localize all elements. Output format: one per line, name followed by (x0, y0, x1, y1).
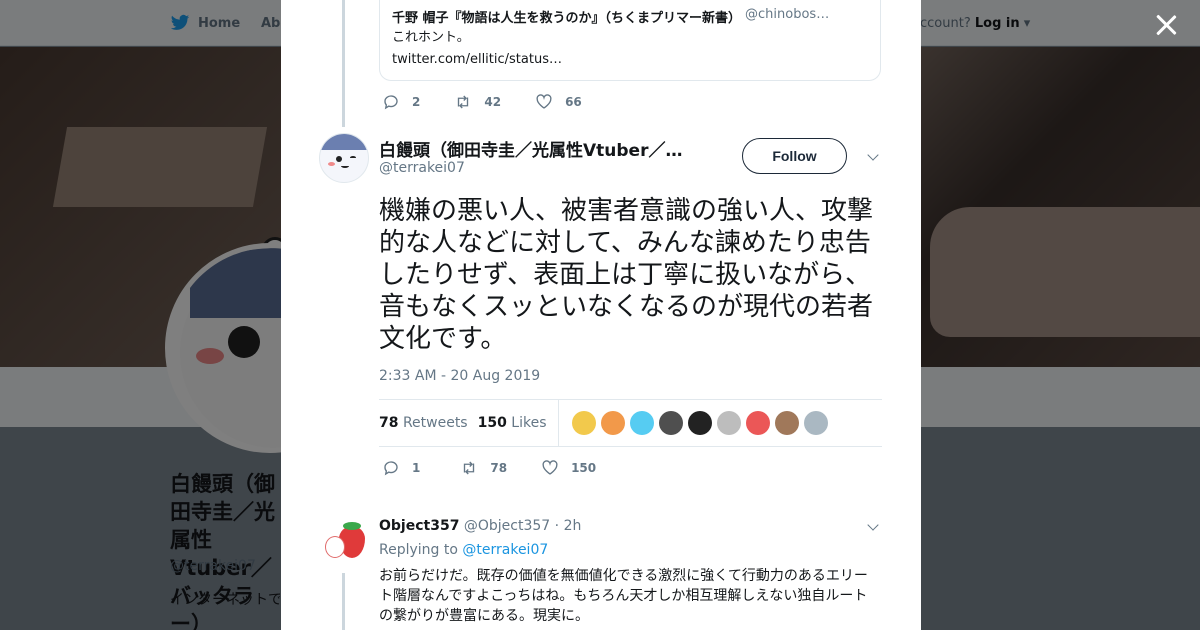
quoted-author-handle: @chinobos… (745, 7, 830, 22)
like-count: 150 (571, 461, 597, 475)
retweets-stat-count: 78 (379, 415, 399, 431)
thread-line (342, 0, 345, 127)
liker-avatar[interactable] (774, 411, 799, 435)
like-button[interactable]: 150 (541, 459, 596, 477)
retweets-stat[interactable]: 78 Retweets (379, 415, 468, 431)
liker-avatar[interactable] (658, 411, 683, 435)
retweet-icon (458, 95, 469, 109)
reply-header: Object357 @Object357 · 2h (379, 518, 581, 534)
tweet-text: 機嫌の悪い人、被害者意識の強い人、攻撃的な人などに対して、みんな諫めたり忠告した… (379, 196, 874, 354)
close-icon[interactable] (1152, 11, 1180, 39)
replying-to: Replying to @terrakei07 (379, 542, 548, 558)
quoted-author-name: 千野 帽子『物語は人生を救うのか』（ちくまプリマー新書） (392, 11, 742, 26)
like-button[interactable]: 66 (535, 93, 582, 111)
reply-author-handle[interactable]: @Object357 (464, 518, 550, 534)
liker-avatar[interactable] (629, 411, 654, 435)
quoted-tweet-text: これホント。 (392, 30, 470, 45)
likes-stat-count: 150 (477, 415, 507, 431)
quoted-tweet-actions: 2 42 66 (382, 93, 616, 111)
reply-author-name[interactable]: Object357 (379, 518, 459, 534)
retweet-count: 42 (484, 95, 502, 109)
tweet-timestamp[interactable]: 2:33 AM - 20 Aug 2019 (379, 368, 540, 384)
reply-text: お前らだけだ。既存の価値を無価値化できる激烈に強くて行動力のあるエリート階層なん… (379, 568, 868, 624)
author-handle[interactable]: @terrakei07 (379, 160, 465, 176)
liker-avatar[interactable] (803, 411, 828, 435)
main-tweet-actions: 1 78 150 (382, 459, 630, 477)
liker-avatars (571, 411, 828, 435)
liker-avatar[interactable] (745, 411, 770, 435)
heart-icon (536, 94, 552, 109)
retweet-button[interactable]: 42 (454, 93, 501, 111)
reply-menu-chevron-down-icon[interactable] (867, 520, 879, 532)
reply-icon (384, 95, 398, 110)
reply-count: 2 (412, 95, 421, 109)
reply-icon (384, 461, 398, 476)
heart-icon (542, 460, 558, 475)
likes-stat-label: Likes (511, 415, 547, 431)
tweet-modal: 千野 帽子『物語は人生を救うのか』（ちくまプリマー新書） @chinobos… … (281, 0, 921, 630)
liker-avatar[interactable] (600, 411, 625, 435)
retweets-stat-label: Retweets (402, 415, 468, 431)
liker-avatar[interactable] (687, 411, 712, 435)
likes-stat[interactable]: 150 Likes (478, 415, 547, 431)
retweet-count: 78 (490, 461, 508, 475)
liker-avatar[interactable] (716, 411, 741, 435)
reply-author-avatar[interactable] (321, 520, 367, 566)
replying-prefix: Replying to (379, 542, 458, 558)
follow-button[interactable]: Follow (742, 138, 847, 174)
retweet-button[interactable]: 78 (460, 459, 507, 477)
quoted-tweet-card[interactable]: 千野 帽子『物語は人生を救うのか』（ちくまプリマー新書） @chinobos… … (379, 0, 881, 81)
reply-time[interactable]: · 2h (555, 518, 582, 534)
tweet-menu-chevron-down-icon[interactable] (867, 150, 879, 162)
retweet-icon (464, 461, 475, 475)
liker-avatar[interactable] (571, 411, 596, 435)
author-name[interactable]: 白饅頭（御田寺圭／光属性Vtuber／… (379, 136, 699, 161)
reply-button[interactable]: 2 (382, 93, 420, 111)
like-count: 66 (565, 95, 582, 109)
replying-to-link[interactable]: @terrakei07 (462, 542, 548, 558)
tweet-stats: 78 Retweets 150 Likes (379, 399, 882, 447)
reply-thread-line (342, 573, 345, 630)
quoted-tweet-link[interactable]: twitter.com/ellitic/status… (392, 50, 868, 70)
reply-count: 1 (412, 461, 421, 475)
reply-button[interactable]: 1 (382, 459, 420, 477)
author-avatar[interactable] (319, 133, 369, 183)
